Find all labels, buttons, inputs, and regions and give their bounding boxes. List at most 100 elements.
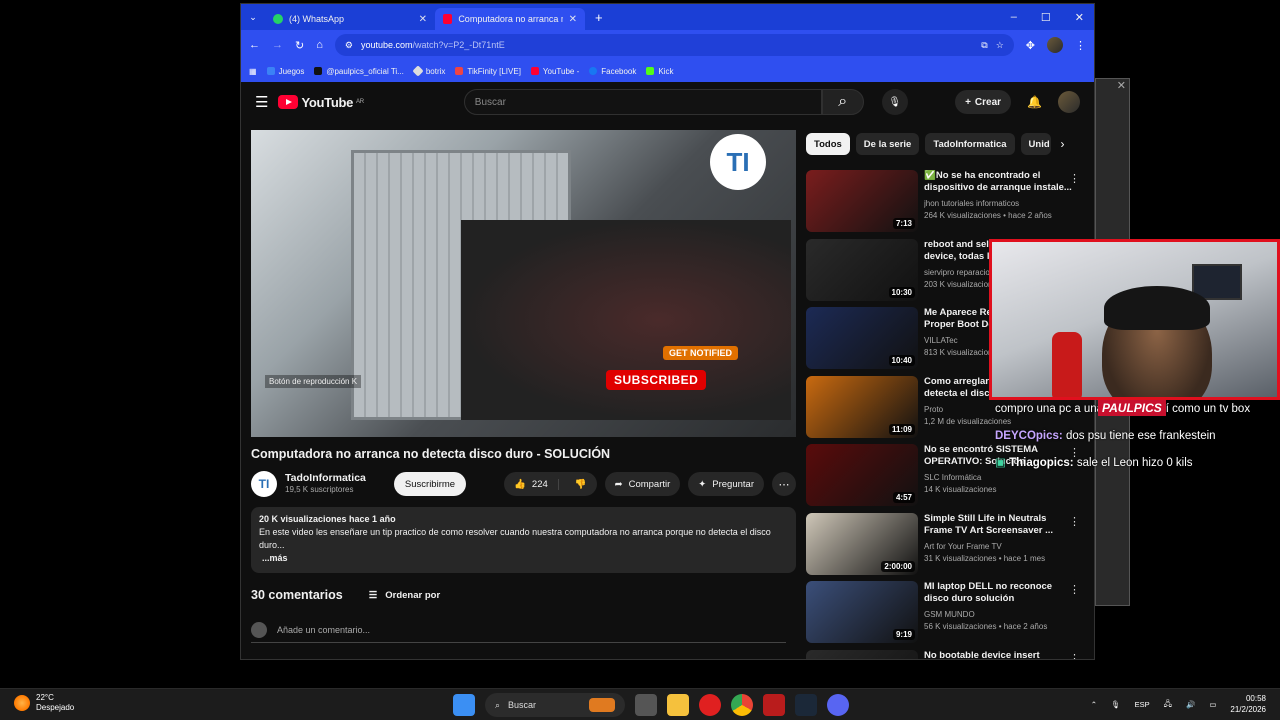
sort-comments-button[interactable]: ☰ Ordenar por [369, 590, 440, 601]
new-tab-button[interactable]: + [595, 10, 603, 25]
recommendation-channel[interactable]: GSM MUNDO [924, 609, 1074, 621]
discord-icon[interactable] [827, 694, 849, 716]
search-button[interactable]: ⌕ [821, 89, 864, 115]
tab-whatsapp[interactable]: (4) WhatsApp ✕ [265, 8, 435, 30]
volume-icon[interactable]: 🔊 [1186, 700, 1195, 709]
profile-avatar[interactable] [1047, 37, 1063, 53]
video-player[interactable]: TI GET NOTIFIED SUBSCRIBED Botón de repr… [251, 130, 796, 437]
steam-icon[interactable] [795, 694, 817, 716]
show-more-link[interactable]: ...más [262, 552, 788, 565]
reload-icon[interactable]: ↻ [295, 39, 304, 52]
voice-search-button[interactable]: 🎙 [881, 89, 908, 115]
microphone-icon[interactable]: 🎙 [1111, 700, 1121, 709]
like-button[interactable]: 👍 224 [504, 478, 559, 490]
language-indicator[interactable]: ESP [1135, 700, 1150, 709]
back-icon[interactable]: ← [249, 39, 260, 51]
tab-title: Computadora no arranca no de [458, 14, 562, 24]
create-button[interactable]: + Crear [955, 90, 1012, 114]
clock[interactable]: 00:58 21/2/2026 [1230, 693, 1266, 715]
weather-widget[interactable]: 22°C Despejado [14, 693, 74, 713]
youtube-logo[interactable]: YouTube AR [278, 95, 364, 110]
more-actions-button[interactable]: ⋯ [772, 472, 796, 496]
subscribe-button[interactable]: Suscribirme [393, 472, 467, 496]
video-thumbnail[interactable]: 10:30 [806, 238, 918, 301]
task-view-icon[interactable] [635, 694, 657, 716]
dislike-button[interactable]: 👎 [565, 479, 597, 490]
recommendation-title[interactable]: Simple Still Life in Neutrals Frame TV A… [924, 513, 1074, 539]
chevron-up-icon[interactable]: ⌃ [1091, 700, 1097, 709]
bookmark-juegos[interactable]: Juegos [266, 67, 304, 76]
ask-button[interactable]: ✦ Preguntar [688, 472, 764, 496]
comment-input[interactable]: Añade un comentario... [277, 625, 370, 635]
recommendation-title[interactable]: ✅No se ha encontrado el dispositivo de a… [924, 170, 1074, 196]
video-thumbnail[interactable]: 4:57 [806, 444, 918, 506]
chip-serie[interactable]: De la serie [855, 133, 920, 155]
recommendation-item[interactable]: No bootable device insert ⋮ [806, 649, 1086, 660]
maximize-button[interactable]: ☐ [1041, 11, 1051, 24]
share-button[interactable]: ➦ Compartir [604, 472, 681, 496]
channel-name[interactable]: TadoInformatica [285, 472, 366, 484]
recorder-icon[interactable] [763, 694, 785, 716]
network-icon[interactable]: 🖧 [1164, 698, 1172, 711]
recommendation-item[interactable]: 2:00:00 Simple Still Life in Neutrals Fra… [806, 512, 1086, 582]
bookmark-tikfinity[interactable]: TikFinity [LIVE] [455, 67, 521, 76]
recommendation-channel[interactable]: jhon tutoriales informaticos [924, 198, 1074, 210]
close-tab-icon[interactable]: ✕ [419, 14, 427, 25]
bookmark-star-icon[interactable]: ☆ [996, 40, 1004, 51]
install-icon[interactable]: ⧉ [981, 40, 987, 51]
forward-icon[interactable]: → [272, 39, 283, 51]
media-player-icon[interactable] [699, 694, 721, 716]
webcam-overlay [989, 239, 1280, 400]
more-options-icon[interactable]: ⋮ [1069, 652, 1080, 660]
taskbar-search-label: Buscar [508, 700, 537, 710]
minimize-button[interactable]: – [1011, 11, 1017, 24]
video-duration: 10:40 [888, 355, 915, 366]
more-options-icon[interactable]: ⋮ [1069, 583, 1080, 596]
chip-channel[interactable]: TadoInformatica [925, 133, 1015, 155]
close-window-button[interactable]: ✕ [1075, 11, 1084, 24]
bookmark-kick[interactable]: Kick [646, 67, 674, 76]
bookmark-youtube[interactable]: YouTube - [530, 67, 579, 76]
recommendation-title[interactable]: MI laptop DELL no reconoce disco duro so… [924, 581, 1074, 607]
chrome-icon[interactable] [731, 694, 753, 716]
bookmark-botrix[interactable]: botrix [412, 65, 445, 77]
recommendation-title[interactable]: No bootable device insert [924, 650, 1074, 660]
search-input[interactable]: Buscar [463, 89, 822, 115]
more-options-icon[interactable]: ⋮ [1069, 172, 1080, 185]
video-thumbnail[interactable]: 7:13 [806, 170, 918, 232]
menu-icon[interactable]: ⋮ [1075, 39, 1086, 52]
chip-todos[interactable]: Todos [806, 133, 850, 155]
video-thumbnail[interactable] [806, 649, 918, 659]
recommendation-item[interactable]: 7:13 ✅No se ha encontrado el dispositivo … [806, 170, 1086, 239]
tab-search-icon[interactable]: ⌄ [241, 12, 265, 23]
close-tab-icon[interactable]: ✕ [569, 14, 577, 25]
hamburger-menu-icon[interactable]: ☰ [255, 93, 268, 111]
video-thumbnail[interactable]: 9:19 [806, 581, 918, 643]
tab-youtube[interactable]: Computadora no arranca no de ✕ [435, 8, 585, 30]
recommendation-channel[interactable]: Art for Your Frame TV [924, 541, 1074, 553]
video-frame-wires [461, 220, 791, 420]
bookmark-facebook[interactable]: Facebook [589, 67, 636, 76]
recommendation-item[interactable]: 9:19 MI laptop DELL no reconoce disco dur… [806, 581, 1086, 650]
more-options-icon[interactable]: ⋮ [1069, 515, 1080, 528]
chip-unid[interactable]: Unid [1020, 133, 1051, 155]
extensions-icon[interactable]: ✥ [1026, 39, 1035, 52]
battery-icon[interactable]: ▭ [1209, 700, 1216, 709]
description-box[interactable]: 20 K visualizaciones hace 1 año En este … [251, 507, 796, 573]
home-icon[interactable]: ⌂ [316, 39, 323, 51]
site-info-icon[interactable]: ⚙ [345, 40, 353, 51]
channel-avatar[interactable]: TI [251, 471, 277, 497]
chevron-right-icon[interactable]: › [1061, 137, 1065, 151]
file-explorer-icon[interactable] [667, 694, 689, 716]
bookmark-tiktok[interactable]: @paulpics_oficial Ti... [314, 67, 404, 76]
notifications-bell-icon[interactable]: 🔔 [1027, 95, 1042, 109]
address-bar[interactable]: ⚙ youtube.com/watch?v=P2_-Dt71ntE ⧉ ☆ [334, 34, 1014, 56]
video-thumbnail[interactable]: 2:00:00 [806, 512, 918, 575]
video-thumbnail[interactable]: 10:40 [806, 307, 918, 369]
taskbar-search[interactable]: ⌕ Buscar [485, 693, 625, 717]
video-thumbnail[interactable]: 11:09 [806, 375, 918, 438]
windows-start-icon[interactable] [453, 694, 475, 716]
close-icon[interactable]: ✕ [1117, 79, 1126, 92]
account-avatar[interactable] [1058, 91, 1080, 113]
apps-grid-icon[interactable]: ▦ [249, 67, 257, 76]
